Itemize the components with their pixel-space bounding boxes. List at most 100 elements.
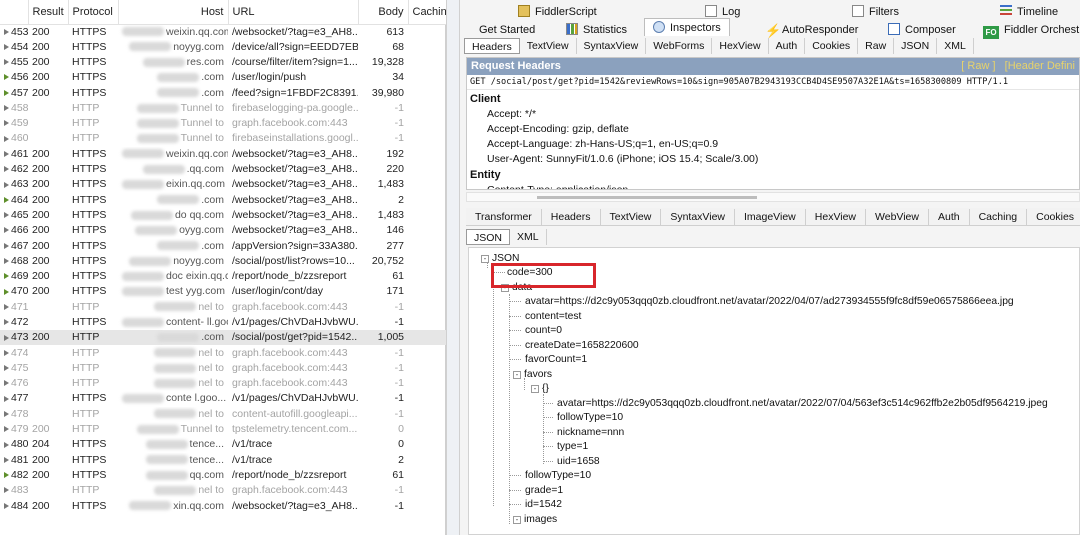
collapse-toggle-icon[interactable]: - <box>513 371 521 379</box>
session-row[interactable]: 483 HTTP nel to graph.facebook.com:443 -1 <box>0 483 446 498</box>
response-tab-transformer[interactable]: Transformer <box>466 209 542 225</box>
tree-node-images[interactable]: - images <box>513 513 557 526</box>
response-tab-caching[interactable]: Caching <box>970 209 1028 225</box>
session-row[interactable]: 462 200 HTTPS .qq.com/websocket/?tag=e3_AH8… <box>0 162 446 177</box>
response-tab-auth[interactable]: Auth <box>929 209 970 225</box>
session-row[interactable]: 461 200 HTTPS weixin.qq.com/websocket/?tag=… <box>0 147 446 162</box>
tree-node-content[interactable]: content=test <box>525 310 581 323</box>
session-row[interactable]: 464 200 HTTPS .com/websocket/?tag=e3_AH8...… <box>0 192 446 207</box>
session-row[interactable]: 454 200 HTTPS noyyg.com/device/all?sign=EED… <box>0 40 446 55</box>
toolbar-tab-inspectors[interactable]: Inspectors <box>644 18 730 36</box>
session-row[interactable]: 474 HTTP nel to graph.facebook.com:443 -1 <box>0 345 446 360</box>
session-row[interactable]: 479 200 HTTP Tunnel to tpstelemetry.tencent.… <box>0 422 446 437</box>
session-row[interactable]: 472 HTTPS content- ll.goo... /v1/pages/ChVD… <box>0 315 446 330</box>
column-header[interactable]: Host <box>118 0 229 25</box>
session-row[interactable]: 475 HTTP nel to graph.facebook.com:443 -1 <box>0 361 446 376</box>
session-row[interactable]: 477 HTTPS conte l.goo... /v1/pages/ChVDaHJv… <box>0 391 446 406</box>
toolbar-tab-fiddler-orchestra-be[interactable]: FOFiddler Orchestra Be <box>983 21 1080 39</box>
session-row[interactable]: 453 200 HTTPS weixin.qq.com/websocket/?tag=… <box>0 24 446 40</box>
header-definitions-link[interactable]: [Header Defini <box>1005 60 1075 72</box>
session-row[interactable]: 467 200 HTTPS .com/appVersion?sign=33A380..… <box>0 238 446 253</box>
tree-node-favor-followtype[interactable]: followType=10 <box>557 411 623 424</box>
response-tab-syntaxview[interactable]: SyntaxView <box>661 209 735 225</box>
toolbar-tab-get-started[interactable]: Get Started <box>479 21 535 39</box>
tree-connector <box>509 316 521 317</box>
session-protocol-cell: HTTPS <box>72 499 107 512</box>
tree-node-favor-uid[interactable]: uid=1658 <box>557 455 600 468</box>
response-tab-headers[interactable]: Headers <box>542 209 601 225</box>
response-tab-cookies[interactable]: Cookies <box>1027 209 1080 225</box>
session-row[interactable]: 465 200 HTTPS do qq.com/websocket/?tag=e3_A… <box>0 208 446 223</box>
response-tab-webview[interactable]: WebView <box>866 209 929 225</box>
column-header[interactable]: Result <box>28 0 69 25</box>
request-horizontal-scrollbar[interactable] <box>466 192 1080 202</box>
session-row[interactable]: 457 200 HTTPS .com/feed?sign=1FBDF2C8391...… <box>0 85 446 100</box>
response-tab-textview[interactable]: TextView <box>601 209 662 225</box>
request-tab-syntaxview[interactable]: SyntaxView <box>577 38 647 54</box>
tree-node-favor-avatar[interactable]: avatar=https://d2c9y053qqq0zb.cloudfront… <box>557 397 1048 410</box>
session-row[interactable]: 473 200 HTTP .com/social/post/get?pid=1542.… <box>0 330 446 346</box>
response-format-bar: JSON XML <box>466 228 1080 246</box>
request-tab-webforms[interactable]: WebForms <box>646 38 713 54</box>
toolbar-tab-timeline[interactable]: Timeline <box>1000 3 1058 21</box>
tree-node-id[interactable]: id=1542 <box>525 498 562 511</box>
session-row[interactable]: 469 200 HTTPS doc eixin.qq.com/report/node_… <box>0 269 446 284</box>
request-tab-cookies[interactable]: Cookies <box>805 38 859 54</box>
session-row[interactable]: 460 HTTP Tunnel to firebaseinstallations.go… <box>0 131 446 146</box>
tree-node-favor-nickname[interactable]: nickname=nnn <box>557 426 624 439</box>
session-row[interactable]: 482 200 HTTPS qq.com/report/node_b/zzsrepor… <box>0 468 446 483</box>
request-raw-links[interactable]: [ Raw ] [Header Defini <box>961 58 1075 75</box>
collapse-toggle-icon[interactable]: - <box>481 255 489 263</box>
tree-node-favors-object[interactable]: -{} <box>531 382 549 395</box>
toolbar-tab-composer[interactable]: Composer <box>888 21 956 39</box>
toolbar-tab-autoresponder[interactable]: ⚡AutoResponder <box>765 21 858 39</box>
request-tab-raw[interactable]: Raw <box>858 38 895 54</box>
panel-splitter[interactable] <box>446 0 460 535</box>
session-row[interactable]: 476 HTTP nel to graph.facebook.com:443 -1 <box>0 376 446 391</box>
request-tab-hexview[interactable]: HexView <box>712 38 769 54</box>
column-header[interactable]: Body <box>358 0 409 25</box>
request-tab-textview[interactable]: TextView <box>520 38 577 54</box>
session-row[interactable]: 466 200 HTTPS oyyg.com/websocket/?tag=e3_AH… <box>0 223 446 238</box>
response-tab-imageview[interactable]: ImageView <box>735 209 806 225</box>
tree-node-avatar[interactable]: avatar=https://d2c9y053qqq0zb.cloudfront… <box>525 295 1014 308</box>
column-header[interactable]: Cachin <box>408 0 447 25</box>
response-tab-hexview[interactable]: HexView <box>806 209 867 225</box>
session-row[interactable]: 456 200 HTTPS .com/user/login/push 34 <box>0 70 446 85</box>
request-tab-json[interactable]: JSON <box>894 38 938 54</box>
request-tab-xml[interactable]: XML <box>937 38 974 54</box>
scrollbar-thumb[interactable] <box>537 196 757 199</box>
collapse-toggle-icon[interactable]: - <box>513 516 521 524</box>
session-row[interactable]: 459 HTTP Tunnel to graph.facebook.com:443 -1 <box>0 116 446 131</box>
raw-link[interactable]: [ Raw ] <box>961 60 995 72</box>
toolbar-tab-filters[interactable]: Filters <box>852 3 899 21</box>
column-header[interactable]: URL <box>228 0 359 25</box>
column-header[interactable]: Protocol <box>68 0 119 25</box>
session-row[interactable]: 478 HTTP nel to content-autofill.googleapi.… <box>0 407 446 422</box>
column-header[interactable] <box>0 0 29 25</box>
tree-node-favor-type[interactable]: type=1 <box>557 440 588 453</box>
session-row[interactable]: 463 200 HTTPS eixin.qq.com/websocket/?tag=e… <box>0 177 446 192</box>
toolbar-tab-statistics[interactable]: Statistics <box>566 21 627 39</box>
session-row[interactable]: 480 204 HTTPS tence... /v1/trace 0 <box>0 437 446 452</box>
collapse-toggle-icon[interactable]: - <box>531 385 539 393</box>
response-subtab-xml[interactable]: XML <box>510 229 547 245</box>
tree-node-grade[interactable]: grade=1 <box>525 484 563 497</box>
tree-node-followtype[interactable]: followType=10 <box>525 469 591 482</box>
session-row[interactable]: 455 200 HTTPS res.com/course/filter/item?si… <box>0 55 446 70</box>
session-row[interactable]: 458 HTTP Tunnel to firebaselogging-pa.googl… <box>0 101 446 116</box>
session-id-cell: 455 <box>0 55 28 70</box>
session-row[interactable]: 481 200 HTTPS tence... /v1/trace 2 <box>0 453 446 468</box>
session-row[interactable]: 471 HTTP nel to graph.facebook.com:443 -1 <box>0 300 446 315</box>
response-subtab-json[interactable]: JSON <box>466 229 511 245</box>
tree-node-favorcount[interactable]: favorCount=1 <box>525 353 587 366</box>
request-tab-headers[interactable]: Headers <box>464 38 520 54</box>
tree-node-createdate[interactable]: createDate=1658220600 <box>525 339 639 352</box>
session-row[interactable]: 468 200 HTTPS noyyg.com/social/post/list?ro… <box>0 254 446 269</box>
session-row[interactable]: 470 200 HTTPS test yyg.com/user/login/cont/… <box>0 284 446 299</box>
tree-node-count[interactable]: count=0 <box>525 324 562 337</box>
toolbar-tab-fiddlerscript[interactable]: FiddlerScript <box>518 3 597 21</box>
tree-node-favors[interactable]: - favors <box>513 368 552 381</box>
session-row[interactable]: 484 200 HTTPS xin.qq.com/websocket/?tag=e3_… <box>0 498 446 513</box>
request-tab-auth[interactable]: Auth <box>769 38 806 54</box>
